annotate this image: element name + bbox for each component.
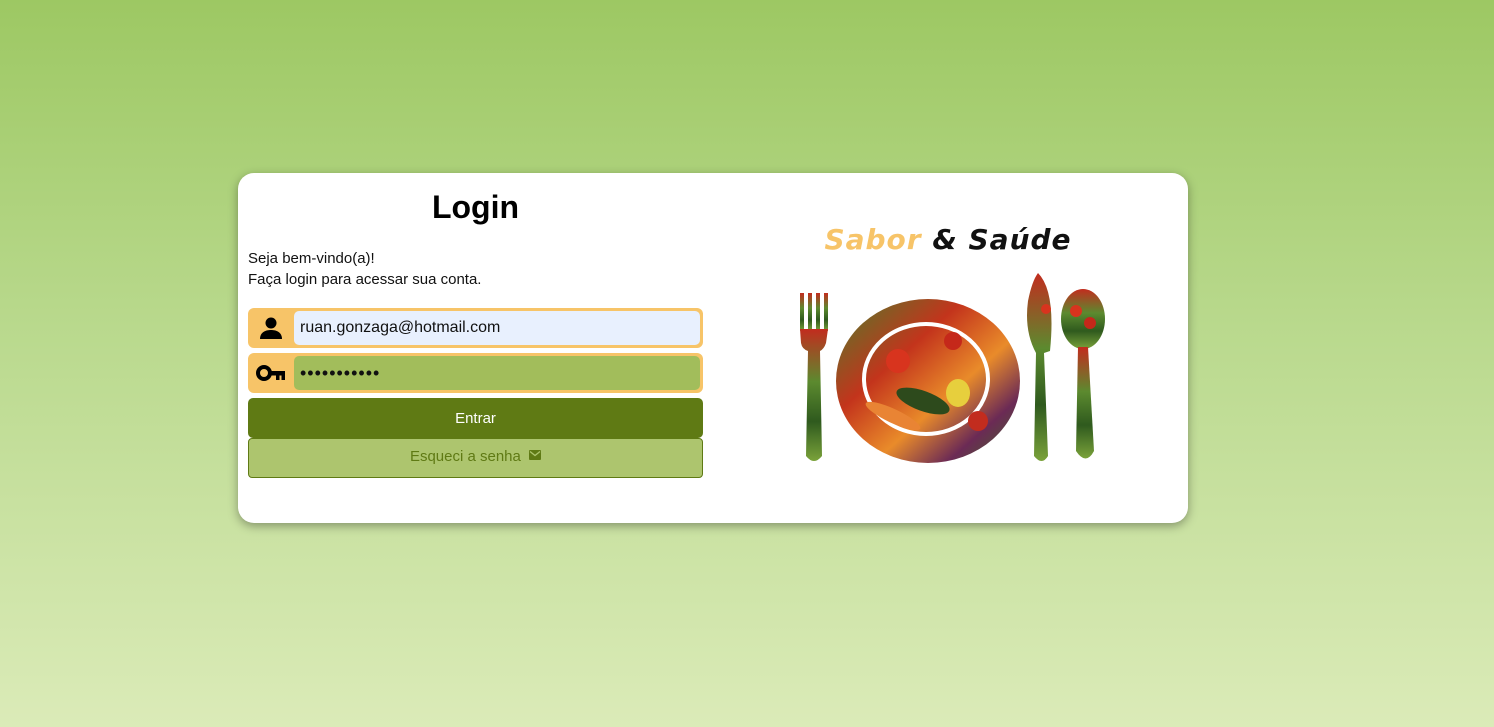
password-input[interactable] [294, 356, 700, 390]
enter-button[interactable]: Entrar [248, 398, 703, 438]
brand-word-1: Sabor [824, 223, 922, 256]
brand-logo-text: Sabor & Saúde [778, 223, 1118, 256]
plate-cutlery-vegetables-logo [800, 273, 1105, 463]
welcome-line-1: Seja bem-vindo(a)! [248, 250, 375, 267]
login-panel: Login Seja bem-vindo(a)! Faça login para… [248, 173, 703, 478]
key-icon [256, 361, 286, 385]
user-icon [256, 316, 286, 340]
email-field-group [248, 308, 703, 348]
login-card: Login Seja bem-vindo(a)! Faça login para… [238, 173, 1188, 523]
mail-icon [529, 438, 542, 474]
brand-word-2: Saúde [968, 223, 1072, 256]
forgot-password-button[interactable]: Esqueci a senha [248, 438, 703, 478]
forgot-password-label: Esqueci a senha [409, 448, 521, 465]
password-field-group [248, 353, 703, 393]
page-title: Login [431, 189, 520, 225]
brand-ampersand: & [932, 223, 958, 256]
email-input[interactable] [294, 311, 700, 345]
brand-panel: Sabor & Saúde [778, 213, 1118, 483]
welcome-line-2: Faça login para acessar sua conta. [248, 271, 482, 288]
welcome-text: Seja bem-vindo(a)! Faça login para acess… [248, 248, 703, 290]
